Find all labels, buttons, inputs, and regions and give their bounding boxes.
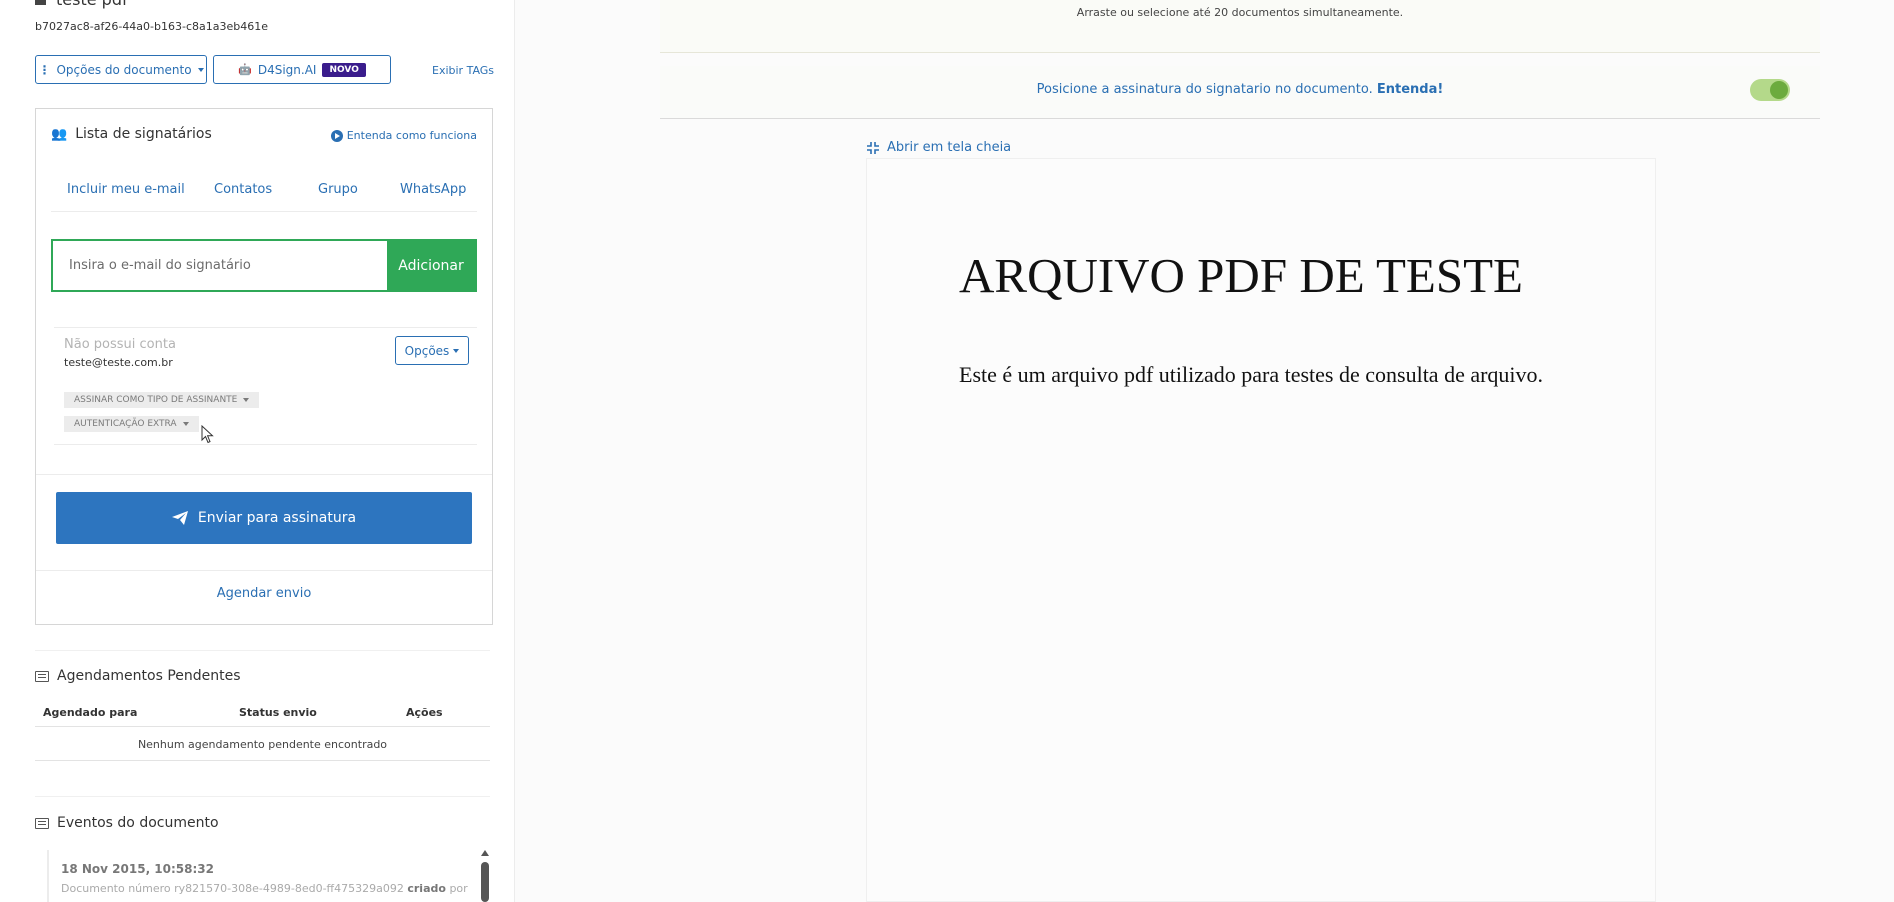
robot-icon: 🤖 — [238, 63, 252, 76]
users-icon: 👥 — [51, 126, 68, 142]
positioning-label: Posicione a assinatura do signatario no … — [1036, 82, 1373, 97]
events-header: Eventos do documento — [35, 815, 219, 831]
table-header-divider — [35, 726, 490, 727]
section-divider — [35, 650, 490, 651]
upload-hint: Arraste ou selecione até 20 documentos s… — [1076, 6, 1404, 19]
tab-contacts[interactable]: Contatos — [214, 182, 272, 197]
signers-title: Lista de signatários — [75, 126, 212, 142]
signer-account-status: Não possui conta — [64, 337, 176, 352]
sign-type-dropdown[interactable]: ASSINAR COMO TIPO DE ASSINANTE — [64, 392, 260, 408]
sign-type-label: ASSINAR COMO TIPO DE ASSINANTE — [74, 395, 238, 405]
document-title: teste pdf — [35, 0, 128, 9]
tab-whatsapp[interactable]: WhatsApp — [400, 182, 466, 197]
compress-icon — [867, 141, 879, 154]
positioning-toggle[interactable] — [1750, 79, 1790, 101]
card-divider — [36, 570, 492, 571]
schedules-empty-message: Nenhum agendamento pendente encontrado — [137, 738, 388, 751]
extra-auth-dropdown[interactable]: AUTENTICAÇÃO EXTRA — [64, 416, 199, 432]
vertical-dots-icon: ⋮ — [38, 62, 51, 77]
signer-email-input[interactable] — [53, 241, 387, 290]
new-badge: NOVO — [322, 62, 366, 77]
fullscreen-label: Abrir em tela cheia — [887, 140, 1012, 155]
signer-entry: Não possui conta teste@teste.com.br Opçõ… — [54, 327, 477, 445]
document-icon — [35, 0, 46, 5]
table-divider — [35, 760, 490, 761]
left-panel: teste pdf b7027ac8-af26-44a0-b163-c8a1a3… — [0, 0, 515, 902]
pdf-viewer[interactable]: ARQUIVO PDF DE TESTE Este é um arquivo p… — [866, 158, 1656, 902]
scroll-thumb[interactable] — [481, 862, 489, 902]
event-description: Documento número ry821570-308e-4989-8ed0… — [61, 882, 477, 895]
section-divider — [35, 796, 490, 797]
document-title-text: teste pdf — [56, 0, 128, 9]
signer-options-label: Opções — [404, 343, 450, 358]
upload-area[interactable]: Arraste ou selecione até 20 documentos s… — [660, 0, 1820, 53]
list-icon — [35, 817, 49, 829]
column-send-status: Status envio — [239, 706, 317, 719]
how-it-works-label: Entenda como funciona — [346, 129, 477, 142]
schedules-header: Agendamentos Pendentes — [35, 668, 241, 684]
column-actions: Ações — [406, 706, 443, 719]
schedule-send-link[interactable]: Agendar envio — [36, 586, 492, 601]
positioning-text: Posicione a assinatura do signatario no … — [660, 82, 1820, 97]
d4sign-ai-label: D4Sign.AI — [257, 62, 317, 77]
chevron-down-icon — [197, 67, 204, 72]
play-icon — [330, 129, 343, 142]
pdf-body-text: Este é um arquivo pdf utilizado para tes… — [959, 362, 1544, 387]
d4sign-ai-button[interactable]: 🤖 D4Sign.AI NOVO — [213, 55, 391, 84]
signer-options-button[interactable]: Opções — [395, 336, 469, 365]
signer-email-row: Adicionar — [51, 239, 477, 292]
document-id: b7027ac8-af26-44a0-b163-c8a1a3eb461e — [35, 20, 269, 33]
extra-auth-label: AUTENTICAÇÃO EXTRA — [74, 419, 177, 429]
event-text: Documento número ry821570-308e-4989-8ed0… — [61, 882, 404, 895]
mouse-cursor-icon — [201, 425, 214, 444]
chevron-down-icon — [182, 422, 189, 426]
event-date: 18 Nov 2015, 10:58:32 — [61, 862, 214, 876]
event-action: criado — [407, 882, 446, 895]
signer-source-tabs: Incluir meu e-mail Contatos Grupo WhatsA… — [51, 174, 477, 212]
pdf-title: ARQUIVO PDF DE TESTE — [959, 248, 1523, 303]
signers-card: 👥 Lista de signatários Entenda como func… — [35, 108, 493, 625]
card-divider — [36, 474, 492, 475]
list-icon — [35, 670, 49, 682]
signers-header: 👥 Lista de signatários — [51, 126, 212, 142]
tab-include-my-email[interactable]: Incluir meu e-mail — [67, 182, 185, 197]
send-for-signature-button[interactable]: Enviar para assinatura — [56, 492, 472, 544]
add-signer-button[interactable]: Adicionar — [387, 241, 475, 290]
chevron-down-icon — [243, 398, 250, 402]
document-options-label: Opções do documento — [56, 62, 192, 77]
chevron-down-icon — [453, 348, 460, 353]
scroll-up-icon[interactable] — [481, 850, 489, 856]
document-options-button[interactable]: ⋮ Opções do documento — [35, 55, 207, 84]
signature-positioning-bar: Posicione a assinatura do signatario no … — [660, 66, 1820, 119]
event-suffix: por — [449, 882, 468, 895]
paper-plane-icon — [171, 511, 188, 525]
signer-email: teste@teste.com.br — [64, 356, 173, 369]
open-fullscreen-link[interactable]: Abrir em tela cheia — [867, 140, 1011, 155]
positioning-learn-link[interactable]: Entenda! — [1377, 82, 1443, 97]
column-scheduled-for: Agendado para — [43, 706, 138, 719]
how-it-works-link[interactable]: Entenda como funciona — [330, 129, 477, 142]
events-title: Eventos do documento — [57, 815, 219, 831]
events-scrollbar[interactable] — [480, 850, 490, 902]
show-tags-link[interactable]: Exibir TAGs — [432, 64, 494, 77]
schedules-title: Agendamentos Pendentes — [57, 668, 241, 684]
send-label: Enviar para assinatura — [197, 510, 357, 526]
event-item: 18 Nov 2015, 10:58:32 Documento número r… — [47, 850, 477, 902]
tab-group[interactable]: Grupo — [318, 182, 358, 197]
